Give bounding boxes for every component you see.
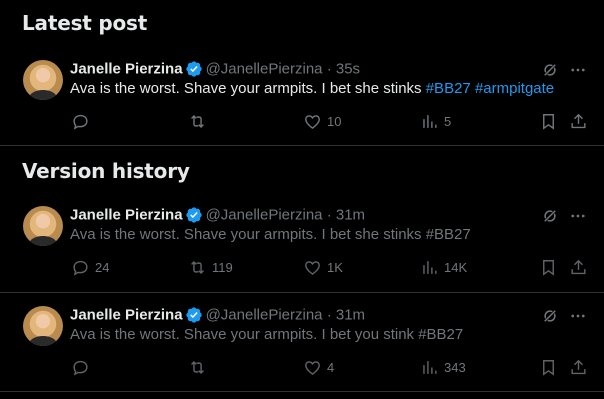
post-actions: 4 343 xyxy=(0,356,604,380)
reply-icon xyxy=(73,360,88,376)
share-icon xyxy=(571,259,586,274)
repost-button[interactable] xyxy=(188,110,212,132)
post-actions: 24 119 1K 14K xyxy=(0,256,604,280)
more-icon[interactable] xyxy=(568,61,588,79)
share-button[interactable] xyxy=(569,110,588,132)
verified-badge-icon xyxy=(185,207,202,223)
reply-button[interactable] xyxy=(71,356,95,378)
author-handle[interactable]: @JanellePierzina xyxy=(206,207,323,224)
post-header: Janelle Pierzina @JanellePierzina · 31m xyxy=(70,206,365,226)
separator-dot: · xyxy=(326,60,332,78)
more-icon[interactable] xyxy=(568,307,588,325)
repost-icon xyxy=(191,360,204,374)
reply-count: 24 xyxy=(95,259,110,275)
separator-dot: · xyxy=(326,306,332,324)
reply-icon xyxy=(73,114,88,130)
views-button[interactable]: 5 xyxy=(420,110,451,132)
verified-badge-icon xyxy=(185,61,202,77)
bookmark-button[interactable] xyxy=(539,356,558,378)
repost-button[interactable]: 119 xyxy=(188,256,233,278)
author-name[interactable]: Janelle Pierzina xyxy=(70,61,183,78)
view-count: 14K xyxy=(444,259,468,275)
version-history-title: Version history xyxy=(22,159,190,183)
repost-button[interactable] xyxy=(188,356,212,378)
post-text: Ava is the worst. Shave your armpits. I … xyxy=(70,226,471,243)
author-name[interactable]: Janelle Pierzina xyxy=(70,207,183,224)
repost-icon xyxy=(191,114,204,128)
separator-dot: · xyxy=(326,206,332,224)
like-button[interactable]: 10 xyxy=(303,110,341,132)
post-text-plain: Ava is the worst. Shave your armpits. I … xyxy=(70,80,426,97)
like-count: 10 xyxy=(327,113,342,129)
post-divider xyxy=(0,292,604,293)
bookmark-button[interactable] xyxy=(539,110,558,132)
post-divider xyxy=(0,391,604,392)
post-text: Ava is the worst. Shave your armpits. I … xyxy=(70,326,464,343)
grok-icon[interactable] xyxy=(541,307,559,325)
post-time[interactable]: 31m xyxy=(336,207,365,224)
avatar[interactable] xyxy=(23,206,63,246)
post-header: Janelle Pierzina @JanellePierzina · 35s xyxy=(70,60,360,80)
like-button[interactable]: 1K xyxy=(303,256,343,278)
post-time[interactable]: 31m xyxy=(336,307,365,324)
views-icon xyxy=(423,114,437,128)
reply-button[interactable]: 24 xyxy=(71,256,109,278)
author-name[interactable]: Janelle Pierzina xyxy=(70,307,183,324)
view-count: 343 xyxy=(444,359,466,375)
heart-icon xyxy=(305,114,320,129)
hashtag-bb27[interactable]: #BB27 xyxy=(426,80,471,97)
views-button[interactable]: 343 xyxy=(420,356,466,378)
share-button[interactable] xyxy=(569,356,588,378)
reply-icon xyxy=(73,260,88,276)
views-button[interactable]: 14K xyxy=(420,256,467,278)
avatar[interactable] xyxy=(23,306,63,346)
share-icon xyxy=(571,359,586,374)
view-count: 5 xyxy=(444,113,452,129)
post-actions: 10 5 xyxy=(0,110,604,134)
bookmark-icon xyxy=(543,113,554,130)
repost-count: 119 xyxy=(212,259,233,275)
like-button[interactable]: 4 xyxy=(303,356,334,378)
author-handle[interactable]: @JanellePierzina xyxy=(206,61,323,78)
more-icon[interactable] xyxy=(568,207,588,225)
bookmark-button[interactable] xyxy=(539,256,558,278)
reply-button[interactable] xyxy=(71,110,95,132)
section-divider xyxy=(0,145,604,146)
views-icon xyxy=(423,360,437,374)
post-text: Ava is the worst. Shave your armpits. I … xyxy=(70,80,554,97)
hashtag-armpitgate[interactable]: #armpitgate xyxy=(475,80,554,97)
share-button[interactable] xyxy=(569,256,588,278)
bookmark-icon xyxy=(543,359,554,376)
verified-badge-icon xyxy=(185,307,202,323)
heart-icon xyxy=(305,360,320,375)
share-icon xyxy=(571,113,586,128)
like-count: 1K xyxy=(327,259,343,275)
grok-icon[interactable] xyxy=(541,207,559,225)
repost-icon xyxy=(191,260,204,274)
grok-icon[interactable] xyxy=(541,61,559,79)
post-header: Janelle Pierzina @JanellePierzina · 31m xyxy=(70,306,365,326)
latest-post-title: Latest post xyxy=(22,11,148,35)
avatar[interactable] xyxy=(23,60,63,100)
like-count: 4 xyxy=(327,359,335,375)
author-handle[interactable]: @JanellePierzina xyxy=(206,307,323,324)
heart-icon xyxy=(305,260,320,275)
post-time[interactable]: 35s xyxy=(336,61,360,78)
views-icon xyxy=(423,260,437,274)
bookmark-icon xyxy=(543,259,554,276)
